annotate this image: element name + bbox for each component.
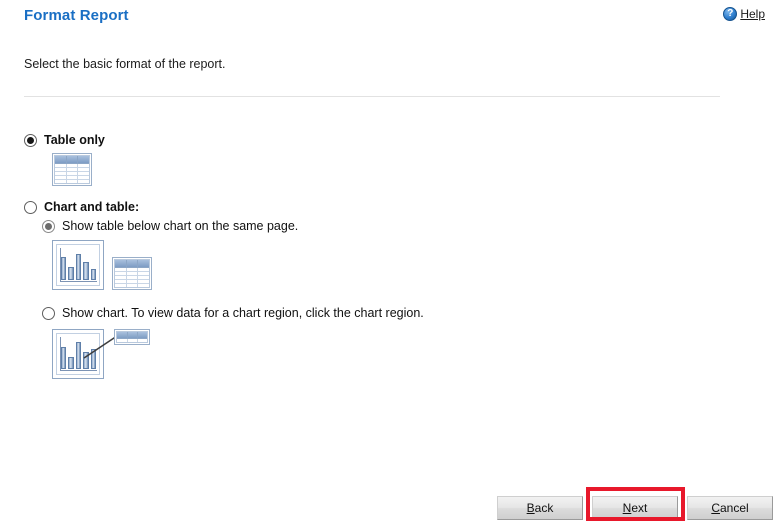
back-button-mnemonic: B xyxy=(526,501,535,515)
suboption-show-table-below-chart-label: Show table below chart on the same page. xyxy=(62,219,299,233)
wizard-footer: Back Next Cancel xyxy=(0,496,777,521)
page-title: Format Report xyxy=(24,7,129,24)
option-chart-and-table-label: Chart and table: xyxy=(44,200,140,214)
bar-chart-with-tooltip-table-icon xyxy=(52,327,172,379)
cancel-button[interactable]: Cancel xyxy=(687,496,773,520)
help-link-label: Help xyxy=(740,7,765,21)
next-button[interactable]: Next xyxy=(592,496,678,520)
cancel-button-mnemonic: C xyxy=(711,501,720,515)
format-options-group: Table only Chart and table: Show table b… xyxy=(24,133,724,379)
suboption-show-chart-label: Show chart. To view data for a chart reg… xyxy=(62,306,424,320)
table-icon xyxy=(52,153,92,186)
next-button-label: ext xyxy=(631,501,648,515)
table-icon-small xyxy=(112,257,152,290)
radio-show-table-below-chart[interactable] xyxy=(42,220,55,233)
radio-chart-and-table[interactable] xyxy=(24,201,37,214)
header-divider xyxy=(24,96,720,97)
help-question-circle-icon xyxy=(723,7,738,21)
bar-chart-icon xyxy=(52,240,104,290)
radio-show-chart[interactable] xyxy=(42,307,55,320)
instruction-text: Select the basic format of the report. xyxy=(24,57,226,71)
suboption-show-chart[interactable]: Show chart. To view data for a chart reg… xyxy=(42,306,724,320)
back-button[interactable]: Back xyxy=(497,496,583,520)
option-chart-and-table[interactable]: Chart and table: xyxy=(24,200,724,214)
cancel-button-label: ancel xyxy=(719,501,749,515)
next-button-mnemonic: N xyxy=(622,501,632,515)
bar-chart-and-table-icon xyxy=(52,240,724,290)
help-link[interactable]: Help xyxy=(723,7,765,21)
radio-table-only[interactable] xyxy=(24,134,37,147)
suboption-show-table-below-chart[interactable]: Show table below chart on the same page. xyxy=(42,219,724,233)
back-button-label: ack xyxy=(534,501,554,515)
tooltip-table-icon xyxy=(114,329,150,345)
option-table-only[interactable]: Table only xyxy=(24,133,724,147)
bar-chart-icon-2 xyxy=(52,329,104,379)
option-table-only-label: Table only xyxy=(44,133,105,147)
